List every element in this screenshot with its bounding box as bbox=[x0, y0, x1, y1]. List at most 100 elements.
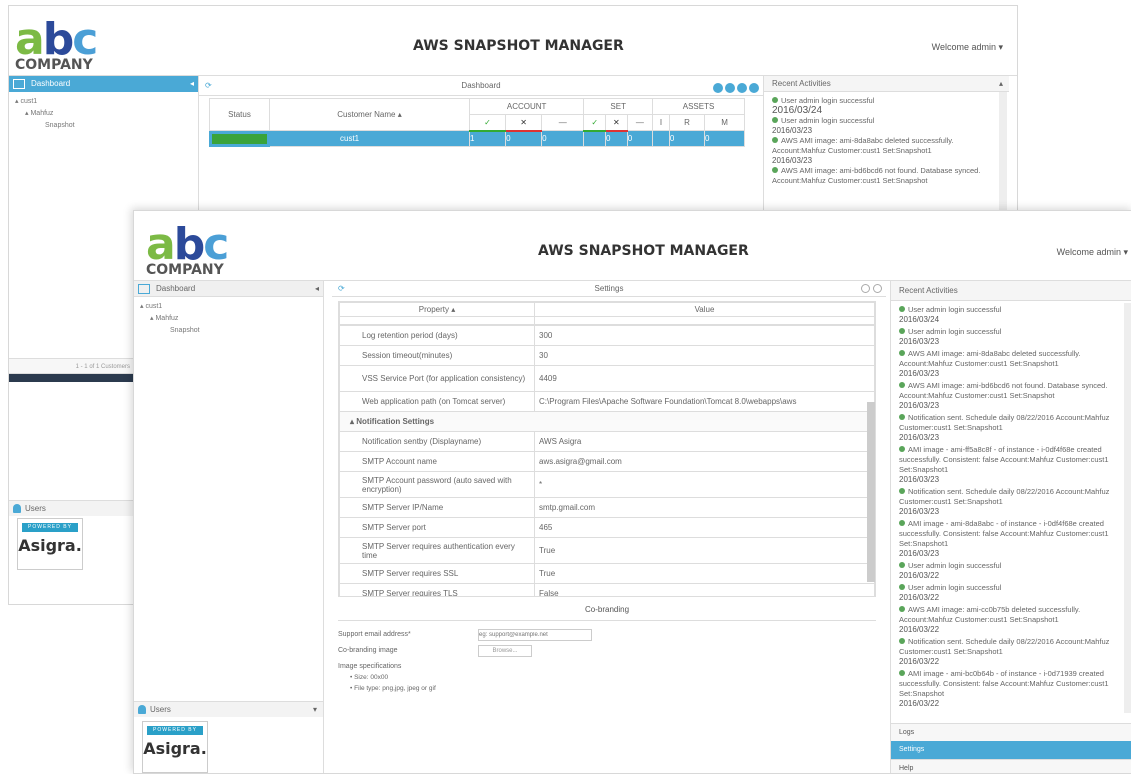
customer-table: Status Customer Name ▴ ACCOUNT SET ASSET… bbox=[209, 98, 745, 147]
value-cell[interactable]: * bbox=[534, 471, 875, 498]
activity-item: Notification sent. Schedule daily 08/22/… bbox=[899, 487, 1110, 516]
activity-icon bbox=[772, 117, 778, 123]
value-cell[interactable]: C:\Program Files\Apache Software Foundat… bbox=[534, 391, 875, 412]
welcome-menu[interactable]: Welcome admin ▾ bbox=[932, 42, 1003, 53]
value-cell[interactable]: 30 bbox=[534, 345, 875, 366]
activity-icon bbox=[899, 606, 905, 612]
tree-item[interactable]: ▴ Mahfuz bbox=[15, 108, 192, 120]
collapse-icon[interactable]: ▾ bbox=[313, 702, 317, 718]
activity-icon bbox=[899, 488, 905, 494]
info-icon[interactable] bbox=[749, 83, 759, 93]
settings-row[interactable]: VSS Service Port (for application consis… bbox=[339, 365, 875, 392]
collapse-icon[interactable]: ◂ bbox=[190, 76, 194, 92]
success-col: ✓ bbox=[583, 114, 607, 132]
activity-item: User admin login successful 2016/03/23 bbox=[899, 327, 1002, 346]
property-cell: Session timeout(minutes) bbox=[339, 345, 535, 366]
dashboard-header[interactable]: Dashboard ◂ bbox=[9, 76, 198, 92]
tree-item[interactable]: ▴ cust1 bbox=[140, 301, 317, 313]
activity-item: AWS AMI image: ami-8da8abc deleted succe… bbox=[899, 349, 1081, 378]
value-header[interactable]: Value bbox=[534, 302, 875, 317]
refresh-icon[interactable]: ⟳ bbox=[338, 281, 345, 297]
value-cell[interactable]: 465 bbox=[534, 517, 875, 538]
cell bbox=[652, 130, 670, 147]
cell bbox=[583, 130, 607, 147]
settings-row[interactable]: SMTP Account password (auto saved with e… bbox=[339, 471, 875, 498]
settings-row[interactable]: SMTP Server port 465 bbox=[339, 517, 875, 538]
settings-row[interactable]: SMTP Server requires SSL True bbox=[339, 563, 875, 584]
activity-item: Notification sent. Schedule daily 08/22/… bbox=[899, 413, 1110, 442]
user-icon bbox=[138, 705, 146, 714]
property-cell: SMTP Server requires authentication ever… bbox=[339, 537, 535, 564]
property-cell: SMTP Server port bbox=[339, 517, 535, 538]
value-cell[interactable]: AWS Asigra bbox=[534, 431, 875, 452]
help-tab[interactable]: Help bbox=[891, 759, 1131, 773]
col: I bbox=[652, 114, 670, 131]
tree-item[interactable]: ▴ Mahfuz bbox=[140, 313, 317, 325]
scrollbar[interactable] bbox=[1124, 303, 1131, 713]
activity-item: User admin login successful 2016/03/23 bbox=[772, 116, 875, 135]
customer-header[interactable]: Customer Name ▴ bbox=[269, 98, 470, 131]
cell: 0 bbox=[704, 130, 745, 147]
activity-item: AMI image - ami-ff5a8c8f - of instance -… bbox=[899, 445, 1109, 484]
value-cell[interactable]: True bbox=[534, 563, 875, 584]
status-header[interactable]: Status bbox=[209, 98, 270, 131]
table-row[interactable]: cust1 1 0 0 0 0 0 0 bbox=[209, 130, 745, 147]
property-cell: VSS Service Port (for application consis… bbox=[339, 365, 535, 392]
header: abc COMPANY AWS SNAPSHOT MANAGER Welcome… bbox=[9, 6, 1017, 76]
tree-item[interactable]: Snapshot bbox=[15, 120, 192, 132]
activity-item: User admin login successful 2016/03/22 bbox=[899, 561, 1002, 580]
cell: 0 bbox=[505, 130, 543, 147]
logs-tab[interactable]: Logs bbox=[891, 723, 1131, 741]
activity-item: AMI image - ami-bc0b64b - of instance - … bbox=[899, 669, 1109, 708]
welcome-menu[interactable]: Welcome admin ▾ bbox=[1057, 247, 1128, 258]
left-panel: Dashboard ◂ ▴ cust1 ▴ Mahfuz Snapshot Us… bbox=[134, 281, 324, 773]
user-icon bbox=[13, 504, 21, 513]
activity-icon bbox=[899, 414, 905, 420]
settings-row[interactable]: SMTP Server requires authentication ever… bbox=[339, 537, 875, 564]
tree-item[interactable]: Snapshot bbox=[140, 325, 317, 337]
dashboard-header[interactable]: Dashboard ◂ bbox=[134, 281, 323, 297]
recent-header: Recent Activities ▴ bbox=[764, 76, 1009, 92]
help-icon[interactable] bbox=[873, 284, 882, 293]
property-header[interactable]: Property ▴ bbox=[339, 302, 535, 317]
users-header[interactable]: Users ▾ bbox=[134, 701, 323, 717]
value-cell[interactable]: 300 bbox=[534, 325, 875, 346]
settings-row[interactable]: Log retention period (days) 300 bbox=[339, 325, 875, 346]
property-cell: SMTP Account name bbox=[339, 451, 535, 472]
value-cell[interactable]: False bbox=[534, 583, 875, 596]
header: abc COMPANY AWS SNAPSHOT MANAGER Welcome… bbox=[134, 211, 1131, 281]
delete-icon[interactable] bbox=[737, 83, 747, 93]
activity-item: AWS AMI image: ami-bd6bcd6 not found. Da… bbox=[899, 381, 1108, 410]
edit-icon[interactable] bbox=[725, 83, 735, 93]
front-window: abc COMPANY AWS SNAPSHOT MANAGER Welcome… bbox=[133, 210, 1131, 774]
settings-panel: ⟳ Settings Property ▴ Value Log retentio… bbox=[332, 281, 886, 773]
users-header[interactable]: Users bbox=[9, 500, 134, 516]
cobranding-form: Support email address* Co-branding image… bbox=[338, 629, 592, 694]
info-icon[interactable] bbox=[861, 284, 870, 293]
scrollbar[interactable] bbox=[867, 402, 875, 582]
activity-item: User admin login successful 2016/03/22 bbox=[899, 583, 1002, 602]
settings-row[interactable]: Web application path (on Tomcat server) C… bbox=[339, 391, 875, 412]
value-cell[interactable]: aws.asigra@gmail.com bbox=[534, 451, 875, 472]
settings-row[interactable]: SMTP Server IP/Name smtp.gmail.com bbox=[339, 497, 875, 518]
property-cell: SMTP Account password (auto saved with e… bbox=[339, 471, 535, 498]
value-cell[interactable]: 4409 bbox=[534, 365, 875, 392]
activity-icon bbox=[772, 137, 778, 143]
browse-button[interactable]: Browse... bbox=[478, 645, 532, 657]
settings-row[interactable]: SMTP Server requires TLS False bbox=[339, 583, 875, 596]
property-cell: SMTP Server IP/Name bbox=[339, 497, 535, 518]
settings-group-row[interactable]: ▴ Notification Settings bbox=[339, 411, 875, 432]
support-email-input[interactable] bbox=[478, 629, 592, 641]
refresh-icon[interactable]: ⟳ bbox=[205, 76, 212, 96]
settings-tab[interactable]: Settings bbox=[891, 741, 1131, 759]
group-header: ACCOUNT bbox=[468, 98, 585, 115]
value-cell[interactable]: smtp.gmail.com bbox=[534, 497, 875, 518]
activity-icon bbox=[899, 520, 905, 526]
settings-row[interactable]: Session timeout(minutes) 30 bbox=[339, 345, 875, 366]
settings-row[interactable]: Notification sentby (Displayname) AWS Asi… bbox=[339, 431, 875, 452]
collapse-icon[interactable]: ◂ bbox=[315, 281, 319, 297]
value-cell[interactable]: True bbox=[534, 537, 875, 564]
tree-item[interactable]: ▴ cust1 bbox=[15, 96, 192, 108]
add-icon[interactable] bbox=[713, 83, 723, 93]
settings-row[interactable]: SMTP Account name aws.asigra@gmail.com bbox=[339, 451, 875, 472]
